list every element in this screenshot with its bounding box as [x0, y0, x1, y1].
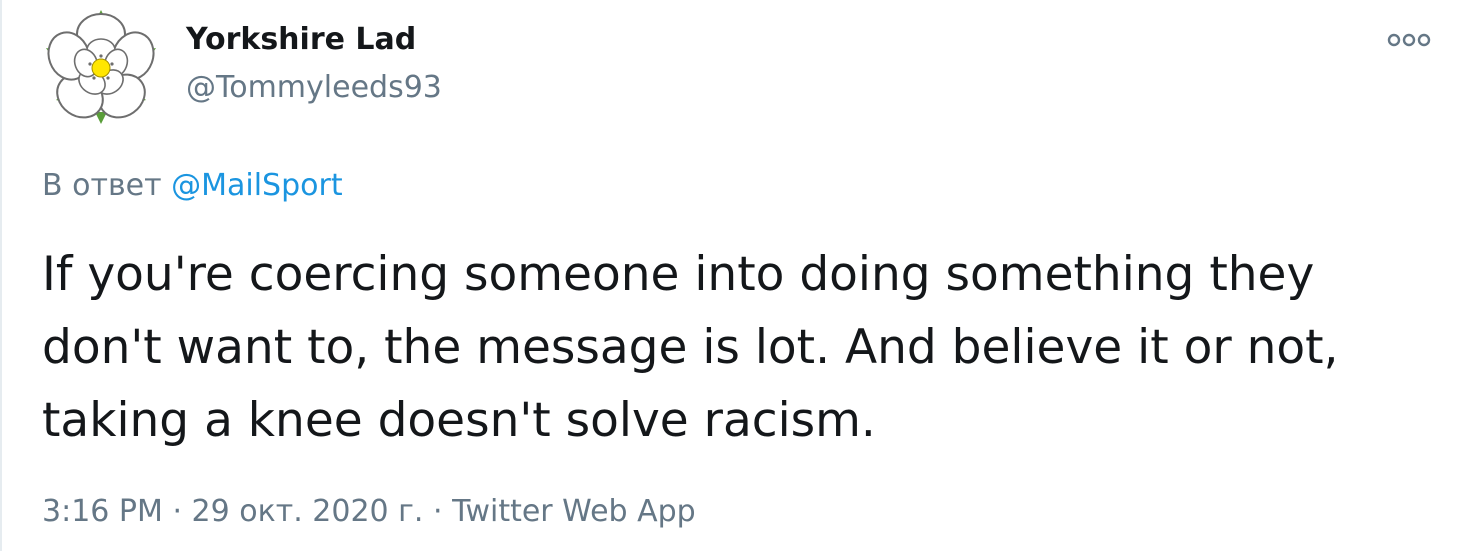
reply-context: В ответ @MailSport: [42, 168, 343, 203]
tweet-text-line: don't want to, the message is lot. And b…: [42, 320, 1339, 375]
user-handle[interactable]: @Tommyleeds93: [186, 70, 442, 105]
tweet-text: If you're coercing someone into doing so…: [42, 238, 1442, 457]
tweet-source-link[interactable]: Twitter Web App: [452, 494, 696, 529]
tweet-metadata: 3:16 PM · 29 окт. 2020 г. · Twitter Web …: [42, 494, 696, 529]
reply-mention-link[interactable]: @MailSport: [171, 168, 342, 203]
tweet-date[interactable]: 29 окт. 2020 г.: [192, 494, 424, 529]
more-options-icon[interactable]: [1386, 30, 1432, 50]
meta-separator: ·: [433, 494, 443, 529]
meta-separator: ·: [172, 494, 182, 529]
reply-prefix: В ответ: [42, 168, 162, 203]
tweet-text-line: If you're coercing someone into doing so…: [42, 247, 1315, 302]
yorkshire-rose-icon: [46, 10, 156, 124]
display-name[interactable]: Yorkshire Lad: [186, 22, 416, 57]
tweet-text-line: taking a knee doesn't solve racism.: [42, 393, 876, 448]
tweet-card: Yorkshire Lad @Tommyleeds93 В ответ @Mai…: [0, 0, 1460, 551]
avatar[interactable]: [42, 8, 160, 126]
tweet-time[interactable]: 3:16 PM: [42, 494, 163, 529]
